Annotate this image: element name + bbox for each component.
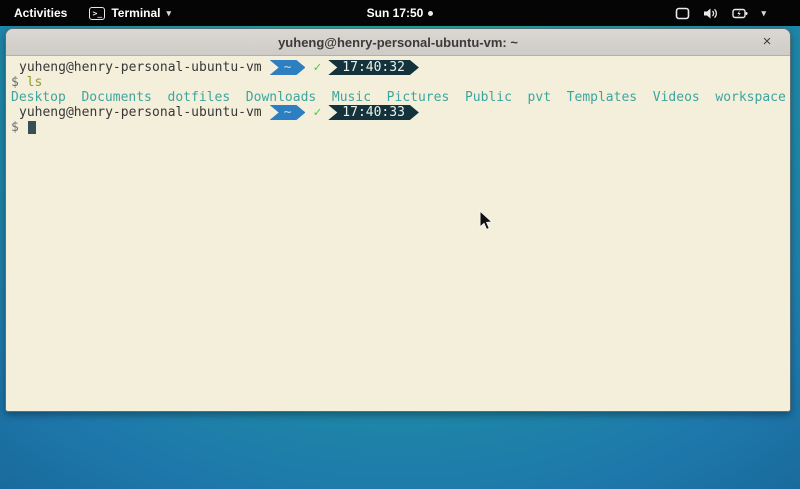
command-text: ls	[27, 75, 43, 90]
prompt-cwd: ~	[284, 105, 292, 120]
prompt-line: yuheng@henry-personal-ubuntu-vm ~ ✓ 17:4…	[11, 60, 790, 75]
check-icon: ✓	[313, 105, 321, 120]
display-icon	[675, 7, 690, 20]
terminal-window: yuheng@henry-personal-ubuntu-vm: ~ × yuh…	[5, 28, 791, 412]
notification-dot-icon	[428, 11, 433, 16]
window-title: yuheng@henry-personal-ubuntu-vm: ~	[278, 35, 518, 50]
chevron-down-icon: ▾	[166, 9, 171, 18]
prompt-user-host: yuheng@henry-personal-ubuntu-vm	[11, 105, 262, 120]
terminal-content[interactable]: yuheng@henry-personal-ubuntu-vm ~ ✓ 17:4…	[6, 56, 790, 135]
prompt-cwd-segment: ~	[270, 105, 306, 120]
terminal-icon: >_	[89, 7, 105, 20]
prompt-time: 17:40:33	[342, 105, 405, 120]
dir-entry: Documents	[81, 90, 151, 105]
dir-entry: Music	[332, 90, 371, 105]
mouse-pointer-icon	[479, 210, 495, 237]
window-titlebar[interactable]: yuheng@henry-personal-ubuntu-vm: ~ ×	[6, 29, 790, 56]
prompt-line: yuheng@henry-personal-ubuntu-vm ~ ✓ 17:4…	[11, 105, 790, 120]
activities-button[interactable]: Activities	[10, 4, 71, 22]
dir-entry: dotfiles	[168, 90, 231, 105]
dir-entry: Videos	[653, 90, 700, 105]
dir-entry: Downloads	[246, 90, 316, 105]
dropdown-caret-icon: ▾	[761, 9, 766, 18]
dir-entry: Public	[465, 90, 512, 105]
prompt-cwd: ~	[284, 60, 292, 75]
dir-entry: Templates	[567, 90, 637, 105]
app-menu-terminal[interactable]: >_ Terminal ▾	[89, 6, 171, 20]
input-line[interactable]: $	[11, 120, 790, 135]
prompt-time-segment: 17:40:33	[328, 105, 419, 120]
dir-entry: Pictures	[387, 90, 450, 105]
prompt-time: 17:40:32	[342, 60, 405, 75]
ls-output-line: Desktop Documents dotfiles Downloads Mus…	[11, 90, 790, 105]
prompt-symbol: $	[11, 120, 19, 135]
command-line: $ ls	[11, 75, 790, 90]
top-bar-left: Activities >_ Terminal ▾	[0, 4, 171, 22]
dir-entry: workspace	[715, 90, 785, 105]
volume-icon	[703, 7, 719, 20]
clock-label[interactable]: Sun 17:50	[367, 6, 424, 20]
system-tray[interactable]: ▾	[675, 7, 800, 20]
top-bar: Activities >_ Terminal ▾ Sun 17:50	[0, 0, 800, 26]
prompt-time-segment: 17:40:32	[328, 60, 419, 75]
check-icon: ✓	[313, 60, 321, 75]
prompt-cwd-segment: ~	[270, 60, 306, 75]
app-menu-label: Terminal	[111, 6, 160, 20]
close-icon[interactable]: ×	[758, 33, 776, 51]
prompt-user-host: yuheng@henry-personal-ubuntu-vm	[11, 60, 262, 75]
dir-entry: Desktop	[11, 90, 66, 105]
prompt-symbol: $	[11, 75, 19, 90]
text-cursor	[28, 121, 36, 134]
dir-entry: pvt	[528, 90, 551, 105]
battery-charging-icon	[732, 7, 748, 20]
